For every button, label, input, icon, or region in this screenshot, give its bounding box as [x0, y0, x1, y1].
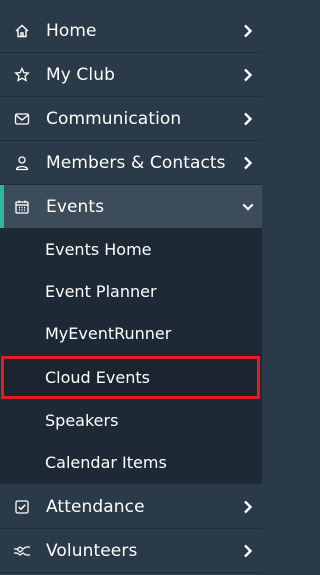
mail-icon — [13, 110, 31, 128]
nav-item-communication[interactable]: Communication — [0, 97, 262, 141]
submenu-item-myeventrunner[interactable]: MyEventRunner — [0, 312, 262, 354]
person-icon — [13, 154, 31, 172]
submenu-item-label: MyEventRunner — [45, 323, 172, 343]
submenu-item-speakers[interactable]: Speakers — [0, 399, 262, 441]
submenu-item-label: Event Planner — [45, 281, 157, 301]
chevron-right-icon — [242, 544, 254, 558]
nav-item-members-contacts[interactable]: Members & Contacts — [0, 141, 262, 185]
chevron-right-icon — [242, 112, 254, 126]
nav-item-my-club[interactable]: My Club — [0, 53, 262, 97]
checkbox-icon — [13, 498, 31, 516]
submenu-item-label: Events Home — [45, 239, 152, 259]
submenu-item-events-home[interactable]: Events Home — [0, 228, 262, 270]
nav-item-home[interactable]: Home — [0, 9, 262, 53]
handshake-icon — [13, 542, 31, 560]
nav-item-label: Members & Contacts — [46, 152, 226, 173]
submenu-item-calendar-items[interactable]: Calendar Items — [0, 441, 262, 483]
nav-item-label: My Club — [46, 64, 115, 85]
submenu-item-label: Cloud Events — [45, 368, 150, 387]
chevron-down-icon — [242, 200, 254, 214]
chevron-right-icon — [242, 68, 254, 82]
home-icon — [13, 22, 31, 40]
active-indicator — [0, 185, 4, 228]
chevron-right-icon — [242, 500, 254, 514]
events-submenu: Events Home Event Planner MyEventRunner … — [0, 228, 262, 484]
chevron-right-icon — [242, 24, 254, 38]
sidebar-nav: Home My Club Communication Members & Con… — [0, 0, 262, 575]
nav-item-volunteers[interactable]: Volunteers — [0, 529, 262, 573]
submenu-item-label: Speakers — [45, 410, 119, 430]
nav-item-events[interactable]: Events — [0, 185, 262, 229]
calendar-icon — [13, 198, 31, 216]
nav-item-label: Attendance — [46, 496, 145, 517]
nav-item-label: Events — [46, 196, 105, 217]
submenu-item-label: Calendar Items — [45, 452, 167, 472]
nav-item-label: Volunteers — [46, 540, 138, 561]
nav-item-label: Communication — [46, 108, 182, 129]
submenu-item-cloud-events[interactable]: Cloud Events — [1, 356, 260, 399]
submenu-item-event-planner[interactable]: Event Planner — [0, 270, 262, 312]
nav-item-attendance[interactable]: Attendance — [0, 485, 262, 529]
nav-item-label: Home — [46, 20, 97, 41]
star-icon — [13, 66, 31, 84]
chevron-right-icon — [242, 156, 254, 170]
